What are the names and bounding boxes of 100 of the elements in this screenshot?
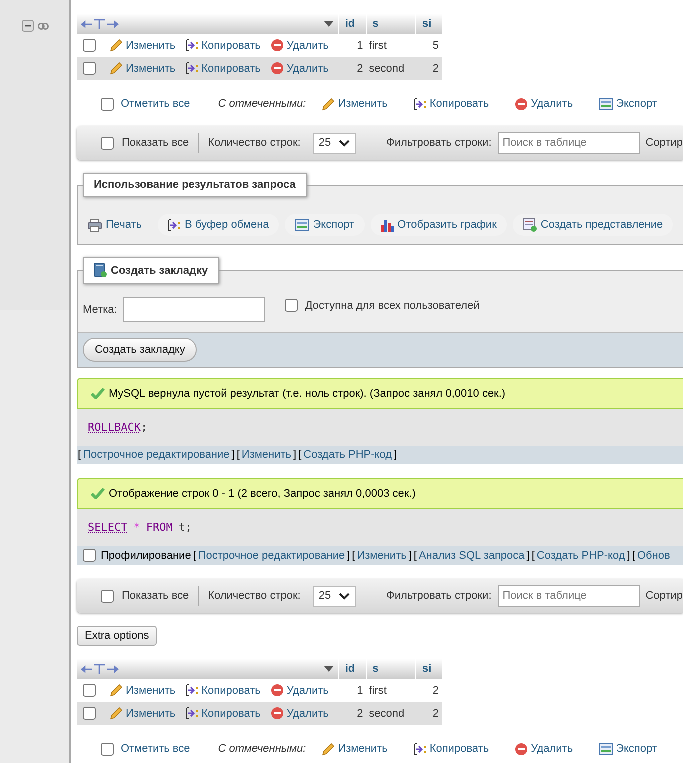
label-field-label: Метка: bbox=[83, 304, 118, 316]
query-link[interactable]: Построчное редактирование bbox=[83, 449, 230, 461]
check-all-checkbox[interactable] bbox=[101, 98, 114, 110]
bracket-text: [ bbox=[352, 550, 356, 562]
edit-link[interactable]: Изменить bbox=[110, 707, 176, 720]
column-header[interactable]: id bbox=[338, 14, 366, 34]
delete-link[interactable]: Удалить bbox=[270, 39, 329, 52]
link-icon[interactable] bbox=[38, 22, 49, 30]
query-link[interactable]: Обнов bbox=[637, 550, 670, 562]
table-cell: 2 bbox=[338, 702, 366, 725]
check-all-link[interactable]: Отметить все bbox=[121, 743, 190, 755]
sql-code-block: SELECT * FROM t; bbox=[77, 509, 683, 546]
delete-link[interactable]: Удалить bbox=[515, 742, 574, 756]
with-selected-label: С отмеченными: bbox=[218, 98, 306, 110]
delete-icon bbox=[270, 707, 284, 720]
bracket-text: [ bbox=[193, 550, 196, 562]
chevron-down-icon bbox=[339, 592, 350, 600]
copy-link[interactable]: Копировать bbox=[414, 98, 490, 110]
copy-link[interactable]: Копировать bbox=[186, 684, 261, 697]
query-link[interactable]: Создать PHP-код bbox=[536, 550, 626, 562]
edit-link[interactable]: Изменить bbox=[322, 742, 388, 756]
sql-code-block: ROLLBACK; bbox=[77, 409, 683, 446]
sort-label: Сортир bbox=[646, 137, 683, 149]
check-all-link[interactable]: Отметить все bbox=[121, 98, 190, 110]
delete-icon bbox=[515, 98, 528, 110]
export-link[interactable]: Экспорт bbox=[599, 743, 658, 755]
show-all-label: Показать все bbox=[122, 590, 190, 602]
table-cell: 1 bbox=[338, 34, 366, 57]
create-bookmark-button[interactable]: Создать закладку bbox=[83, 338, 198, 362]
copy-icon bbox=[414, 742, 427, 756]
delete-link[interactable]: Удалить bbox=[515, 98, 574, 110]
copy-link[interactable]: Копировать bbox=[186, 707, 261, 720]
table-cell: 1 bbox=[338, 679, 366, 702]
edit-link[interactable]: Изменить bbox=[110, 39, 176, 52]
display-chart-button[interactable]: Отобразить график bbox=[370, 214, 507, 236]
search-field[interactable]: Поиск в таблице bbox=[498, 132, 640, 154]
query-link[interactable]: Изменить bbox=[242, 449, 292, 461]
profiling-label: Профилирование bbox=[101, 550, 192, 562]
sort-triangle-icon[interactable] bbox=[324, 666, 334, 672]
edit-link[interactable]: Изменить bbox=[110, 62, 176, 75]
row-checkbox[interactable] bbox=[83, 62, 96, 75]
bracket-text: [ bbox=[632, 550, 636, 562]
rows-per-page-select[interactable]: 25 bbox=[312, 586, 356, 606]
row-checkbox[interactable] bbox=[83, 684, 96, 697]
delete-link[interactable]: Удалить bbox=[270, 62, 329, 75]
query-link[interactable]: Создать PHP-код bbox=[304, 449, 392, 461]
column-header[interactable]: si bbox=[416, 14, 442, 34]
create-view-button[interactable]: Создать представление bbox=[512, 214, 674, 236]
edit-link[interactable]: Изменить bbox=[322, 98, 388, 110]
column-header[interactable]: si bbox=[416, 659, 442, 679]
sort-label: Сортир bbox=[646, 590, 683, 602]
column-header[interactable]: s bbox=[366, 659, 416, 679]
print-button[interactable]: Печать bbox=[88, 214, 152, 236]
column-arrows-icon[interactable] bbox=[81, 18, 119, 30]
table-cell: 5 bbox=[416, 34, 442, 57]
copy-link[interactable]: Копировать bbox=[414, 742, 490, 756]
row-checkbox[interactable] bbox=[83, 707, 96, 720]
query-link[interactable]: Изменить bbox=[357, 550, 407, 562]
pencil-icon bbox=[322, 98, 336, 110]
rows-per-page-select[interactable]: 25 bbox=[312, 132, 356, 154]
copy-link[interactable]: Копировать bbox=[186, 39, 261, 52]
success-message: Отображение строк 0 - 1 (2 всего, Запрос занял 0,0003 сек.) bbox=[77, 478, 683, 509]
panel-legend: Создать закладку bbox=[83, 257, 220, 284]
bracket-text: ] bbox=[347, 550, 350, 562]
column-header[interactable]: s bbox=[366, 14, 416, 34]
sort-triangle-icon[interactable] bbox=[324, 21, 334, 27]
show-all-checkbox[interactable] bbox=[101, 590, 114, 602]
edit-link[interactable]: Изменить bbox=[110, 684, 176, 697]
copy-link[interactable]: Копировать bbox=[186, 62, 261, 75]
copy-icon bbox=[186, 62, 199, 75]
table-cell: 2 bbox=[416, 57, 442, 80]
copy-to-clipboard-button[interactable]: В буфер обмена bbox=[158, 214, 280, 236]
printer-icon bbox=[88, 218, 102, 232]
check-all-checkbox[interactable] bbox=[101, 742, 114, 756]
query-link[interactable]: Анализ SQL запроса bbox=[418, 550, 525, 562]
query-link[interactable]: Построчное редактирование bbox=[198, 550, 346, 562]
table-cell: second bbox=[366, 702, 416, 725]
export-link[interactable]: Экспорт bbox=[599, 98, 658, 110]
delete-link[interactable]: Удалить bbox=[270, 707, 329, 720]
delete-icon bbox=[270, 62, 284, 75]
bar-chart-icon bbox=[380, 218, 394, 232]
export-button[interactable]: Экспорт bbox=[285, 214, 365, 236]
column-header[interactable]: id bbox=[338, 659, 366, 679]
show-all-checkbox[interactable] bbox=[101, 136, 114, 150]
row-checkbox[interactable] bbox=[83, 39, 96, 52]
column-arrows-icon[interactable] bbox=[81, 664, 119, 674]
copy-icon bbox=[414, 98, 427, 110]
bracket-text: ] bbox=[232, 449, 235, 461]
delete-link[interactable]: Удалить bbox=[270, 684, 329, 697]
bracket-text: [ bbox=[414, 550, 417, 562]
label-input[interactable] bbox=[123, 297, 266, 322]
search-field[interactable]: Поиск в таблице bbox=[498, 585, 640, 607]
copy-icon bbox=[168, 218, 182, 232]
panel-legend: Использование результатов запроса bbox=[83, 173, 307, 197]
success-message: MySQL вернула пустой результат (т.е. ноль строк). (Запрос занял 0,0010 сек.) bbox=[77, 378, 683, 409]
pencil-icon bbox=[110, 39, 123, 52]
profiling-checkbox[interactable] bbox=[83, 549, 96, 562]
collapse-icon[interactable] bbox=[22, 20, 34, 32]
public-checkbox[interactable] bbox=[285, 299, 298, 312]
extra-options-button[interactable]: Extra options bbox=[77, 626, 158, 646]
